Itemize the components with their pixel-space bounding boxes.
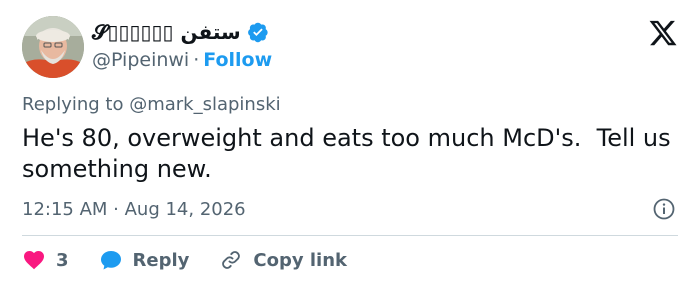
tweet-timestamp[interactable]: 12:15 AM · Aug 14, 2026 bbox=[22, 199, 246, 220]
like-count: 3 bbox=[56, 249, 69, 271]
reply-button[interactable]: Reply bbox=[99, 248, 190, 272]
link-icon bbox=[222, 251, 241, 269]
tweet-text: He's 80, overweight and eats too much Mc… bbox=[22, 124, 679, 183]
x-logo-icon[interactable] bbox=[648, 18, 678, 48]
tweet-card: 𝓢▯▯▯▯▯▯ ستفن @Pipeinwi · Follow Replying t… bbox=[0, 0, 700, 287]
separator-dot: · bbox=[193, 49, 200, 71]
replying-prefix: Replying to bbox=[22, 94, 130, 115]
follow-button[interactable]: Follow bbox=[203, 49, 272, 71]
avatar[interactable] bbox=[22, 16, 84, 78]
copy-link-button[interactable]: Copy link bbox=[219, 248, 347, 272]
reply-label: Reply bbox=[132, 249, 190, 271]
info-icon[interactable] bbox=[652, 197, 676, 221]
author-display-name[interactable]: 𝓢▯▯▯▯▯▯ ستفن bbox=[92, 20, 241, 44]
avatar-image bbox=[22, 16, 84, 78]
replying-mention-link[interactable]: @mark_slapinski bbox=[129, 94, 280, 115]
handle-row: @Pipeinwi · Follow bbox=[92, 49, 272, 71]
verified-badge-icon bbox=[247, 21, 269, 43]
reply-bubble-icon bbox=[100, 251, 121, 270]
heart-icon bbox=[24, 251, 44, 270]
copy-link-label: Copy link bbox=[253, 249, 347, 271]
divider bbox=[22, 235, 678, 236]
replying-to: Replying to @mark_slapinski bbox=[22, 94, 281, 115]
author-handle[interactable]: @Pipeinwi bbox=[92, 49, 189, 71]
author-name-row[interactable]: 𝓢▯▯▯▯▯▯ ستفن bbox=[92, 20, 269, 44]
action-bar: 3 Reply Copy link bbox=[22, 247, 347, 273]
like-button[interactable]: 3 bbox=[22, 248, 69, 272]
